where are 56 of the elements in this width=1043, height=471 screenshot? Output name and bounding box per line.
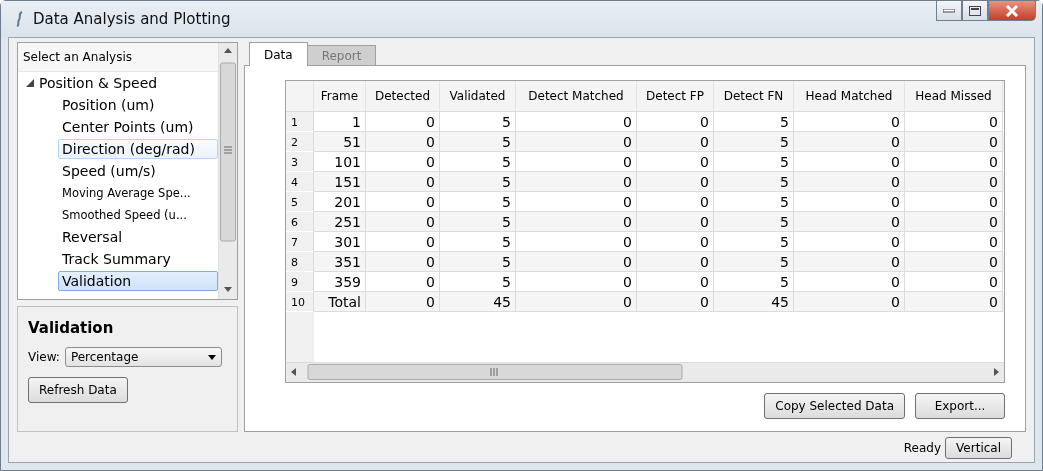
refresh-data-button[interactable]: Refresh Data xyxy=(28,377,128,403)
maximize-icon xyxy=(969,5,981,16)
column-header[interactable]: Head Missed xyxy=(905,81,1003,111)
table-cell: 0 xyxy=(905,292,1003,312)
row-number: 4 xyxy=(286,172,314,192)
app-icon xyxy=(15,11,25,27)
tree-item[interactable]: Smoothed Speed (u... xyxy=(58,205,218,225)
tab[interactable]: Data xyxy=(249,42,308,66)
row-number: 9 xyxy=(286,272,314,292)
expand-arrow-icon[interactable] xyxy=(26,79,34,87)
window-title: Data Analysis and Plotting xyxy=(33,10,232,28)
panel-title: Validation xyxy=(28,319,115,337)
minimize-icon xyxy=(943,8,955,13)
view-dropdown[interactable]: Percentage xyxy=(64,347,222,367)
tree-item[interactable]: Track Summary xyxy=(58,249,218,269)
tree-header: Select an Analysis xyxy=(18,43,218,72)
table-cell: 0 xyxy=(516,292,637,312)
table-cell: 0 xyxy=(366,292,440,312)
orientation-button[interactable]: Vertical xyxy=(945,437,1012,459)
row-number: 6 xyxy=(286,212,314,232)
table-cell: 0 xyxy=(637,292,714,312)
tree-item[interactable]: Speed (um/s) xyxy=(58,161,218,181)
row-number: 2 xyxy=(286,132,314,152)
row-number: 5 xyxy=(286,192,314,212)
view-label: View: xyxy=(28,350,60,364)
tree-item[interactable]: Position (um) xyxy=(58,95,218,115)
tree-item[interactable]: Position & Speed xyxy=(39,75,158,91)
tree-item[interactable]: Reversal xyxy=(58,227,218,247)
row-number: 10 xyxy=(286,292,314,312)
column-header[interactable]: Detected xyxy=(366,81,440,111)
tree-item[interactable]: Validation xyxy=(58,271,218,291)
tree-item[interactable]: Center Points (um) xyxy=(58,117,218,137)
maximize-button[interactable] xyxy=(962,1,988,21)
table-cell: 0 xyxy=(794,292,905,312)
column-header[interactable]: Validated xyxy=(440,81,516,111)
close-button[interactable] xyxy=(988,1,1036,21)
status-message: Ready xyxy=(903,441,942,455)
row-number: 8 xyxy=(286,252,314,272)
tree-item[interactable]: Moving Average Spe... xyxy=(58,183,218,203)
column-header[interactable]: Head Matched xyxy=(794,81,905,111)
close-icon xyxy=(1005,4,1019,17)
tree-item[interactable]: Direction (deg/rad) xyxy=(58,139,218,159)
table-cell: 45 xyxy=(440,292,516,312)
caret-icon xyxy=(207,354,216,360)
row-number: 7 xyxy=(286,232,314,252)
column-header[interactable]: Detect FP xyxy=(637,81,714,111)
column-header[interactable]: Frame xyxy=(314,81,366,111)
copy-button[interactable]: Copy Selected Data xyxy=(764,393,905,419)
table-cell: Total xyxy=(314,292,366,312)
column-header[interactable]: Detect FN xyxy=(714,81,794,111)
row-number: 3 xyxy=(286,152,314,172)
row-number: 1 xyxy=(286,112,314,132)
table-cell: 45 xyxy=(714,292,794,312)
minimize-button[interactable] xyxy=(936,1,962,21)
column-header[interactable]: Detect Matched xyxy=(516,81,637,111)
export-button[interactable]: Export... xyxy=(915,393,1005,419)
